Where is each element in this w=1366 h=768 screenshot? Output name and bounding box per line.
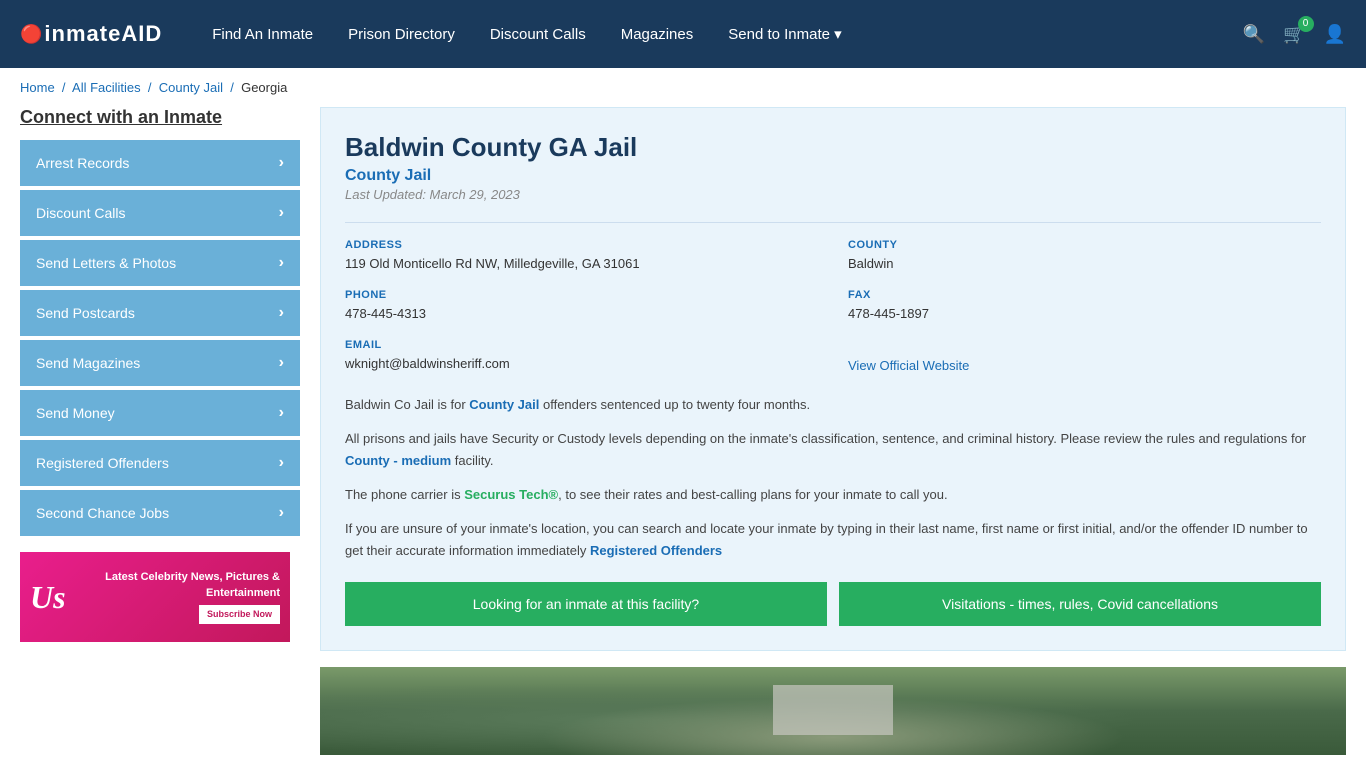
- nav-send-to-inmate[interactable]: Send to Inmate ▾: [728, 25, 841, 43]
- nav-find-inmate[interactable]: Find An Inmate: [212, 26, 313, 43]
- nav-magazines[interactable]: Magazines: [621, 26, 694, 43]
- ad-text: Latest Celebrity News, Pictures & Entert…: [76, 560, 290, 633]
- sidebar-item-send-money[interactable]: Send Money ›: [20, 390, 300, 436]
- logo-text: inmateAID: [44, 21, 162, 47]
- arrow-icon-0: ›: [279, 154, 284, 172]
- phone-block: PHONE 478-445-4313: [345, 289, 818, 323]
- website-link[interactable]: View Official Website: [848, 358, 969, 373]
- sidebar-menu: Arrest Records › Discount Calls › Send L…: [20, 140, 300, 536]
- desc3-rest: , to see their rates and best-calling pl…: [558, 487, 947, 502]
- sidebar-label-arrest-records: Arrest Records: [36, 155, 129, 171]
- desc-para-1: Baldwin Co Jail is for County Jail offen…: [345, 394, 1321, 416]
- building-shape: [773, 685, 893, 735]
- facility-card: Baldwin County GA Jail County Jail Last …: [320, 107, 1346, 651]
- sidebar-label-discount-calls: Discount Calls: [36, 205, 125, 221]
- arrow-icon-3: ›: [279, 304, 284, 322]
- breadcrumb-county-jail[interactable]: County Jail: [159, 80, 223, 95]
- sidebar-item-registered-offenders[interactable]: Registered Offenders ›: [20, 440, 300, 486]
- facility-type: County Jail: [345, 167, 1321, 185]
- search-icon[interactable]: 🔍: [1243, 24, 1265, 45]
- phone-value: 478-445-4313: [345, 305, 818, 323]
- ad-subscribe-button[interactable]: Subscribe Now: [199, 605, 280, 624]
- facility-aerial-image: [320, 667, 1346, 755]
- county-jail-link[interactable]: County Jail: [469, 397, 539, 412]
- header-icons: 🔍 🛒 0 👤: [1243, 24, 1346, 45]
- sidebar-item-send-letters[interactable]: Send Letters & Photos ›: [20, 240, 300, 286]
- fax-label: FAX: [848, 289, 1321, 301]
- county-value: Baldwin: [848, 255, 1321, 273]
- county-medium-link[interactable]: County - medium: [345, 453, 451, 468]
- ad-logo: Us: [20, 569, 76, 626]
- desc4-text: If you are unsure of your inmate's locat…: [345, 521, 1308, 558]
- address-block: ADDRESS 119 Old Monticello Rd NW, Milled…: [345, 239, 818, 273]
- desc2-text: All prisons and jails have Security or C…: [345, 431, 1306, 446]
- action-buttons: Looking for an inmate at this facility? …: [345, 582, 1321, 626]
- info-grid: ADDRESS 119 Old Monticello Rd NW, Milled…: [345, 222, 1321, 374]
- cart-wrapper[interactable]: 🛒 0: [1283, 24, 1305, 45]
- county-block: COUNTY Baldwin: [848, 239, 1321, 273]
- sidebar-item-send-magazines[interactable]: Send Magazines ›: [20, 340, 300, 386]
- website-block: View Official Website: [848, 339, 1321, 373]
- desc3-text: The phone carrier is: [345, 487, 464, 502]
- ad-headline: Latest Celebrity News, Pictures & Entert…: [105, 571, 280, 598]
- sidebar-item-send-postcards[interactable]: Send Postcards ›: [20, 290, 300, 336]
- arrow-icon-2: ›: [279, 254, 284, 272]
- email-block: EMAIL wknight@baldwinsheriff.com: [345, 339, 818, 373]
- nav-discount-calls[interactable]: Discount Calls: [490, 26, 586, 43]
- facility-name: Baldwin County GA Jail: [345, 132, 1321, 163]
- breadcrumb: Home / All Facilities / County Jail / Ge…: [0, 68, 1366, 107]
- sidebar-item-discount-calls[interactable]: Discount Calls ›: [20, 190, 300, 236]
- desc-para-3: The phone carrier is Securus Tech®, to s…: [345, 484, 1321, 506]
- arrow-icon-5: ›: [279, 404, 284, 422]
- sidebar-label-registered-offenders: Registered Offenders: [36, 455, 169, 471]
- registered-offenders-link[interactable]: Registered Offenders: [590, 543, 722, 558]
- desc-para-2: All prisons and jails have Security or C…: [345, 428, 1321, 472]
- main-nav: Find An Inmate Prison Directory Discount…: [212, 25, 1213, 43]
- email-label: EMAIL: [345, 339, 818, 351]
- arrow-icon-7: ›: [279, 504, 284, 522]
- main-container: Connect with an Inmate Arrest Records › …: [0, 107, 1366, 755]
- logo-icon: 🔴: [20, 24, 42, 45]
- arrow-icon-6: ›: [279, 454, 284, 472]
- description-block: Baldwin Co Jail is for County Jail offen…: [345, 394, 1321, 563]
- user-icon[interactable]: 👤: [1324, 24, 1346, 45]
- desc1-text: Baldwin Co Jail is for: [345, 397, 469, 412]
- nav-prison-directory[interactable]: Prison Directory: [348, 26, 455, 43]
- phone-label: PHONE: [345, 289, 818, 301]
- fax-block: FAX 478-445-1897: [848, 289, 1321, 323]
- breadcrumb-state: Georgia: [241, 80, 287, 95]
- site-header: 🔴 inmateAID Find An Inmate Prison Direct…: [0, 0, 1366, 68]
- breadcrumb-home[interactable]: Home: [20, 80, 55, 95]
- desc1-rest: offenders sentenced up to twenty four mo…: [539, 397, 810, 412]
- sidebar-title: Connect with an Inmate: [20, 107, 300, 128]
- cart-badge: 0: [1298, 16, 1314, 32]
- main-content: Baldwin County GA Jail County Jail Last …: [320, 107, 1346, 755]
- county-label: COUNTY: [848, 239, 1321, 251]
- arrow-icon-4: ›: [279, 354, 284, 372]
- arrow-icon-1: ›: [279, 204, 284, 222]
- sidebar-item-second-chance-jobs[interactable]: Second Chance Jobs ›: [20, 490, 300, 536]
- facility-image-inner: [320, 667, 1346, 755]
- ad-banner[interactable]: Us Latest Celebrity News, Pictures & Ent…: [20, 552, 290, 642]
- sidebar-item-arrest-records[interactable]: Arrest Records ›: [20, 140, 300, 186]
- sidebar-label-second-chance-jobs: Second Chance Jobs: [36, 505, 169, 521]
- sidebar-label-send-magazines: Send Magazines: [36, 355, 140, 371]
- sidebar-label-send-letters: Send Letters & Photos: [36, 255, 176, 271]
- sidebar: Connect with an Inmate Arrest Records › …: [20, 107, 300, 755]
- desc2-rest: facility.: [451, 453, 493, 468]
- find-inmate-button[interactable]: Looking for an inmate at this facility?: [345, 582, 827, 626]
- securus-link[interactable]: Securus Tech®: [464, 487, 558, 502]
- desc-para-4: If you are unsure of your inmate's locat…: [345, 518, 1321, 562]
- logo[interactable]: 🔴 inmateAID: [20, 21, 162, 47]
- breadcrumb-all-facilities[interactable]: All Facilities: [72, 80, 141, 95]
- address-value: 119 Old Monticello Rd NW, Milledgeville,…: [345, 255, 818, 273]
- email-value: wknight@baldwinsheriff.com: [345, 355, 818, 373]
- sidebar-label-send-postcards: Send Postcards: [36, 305, 135, 321]
- sidebar-label-send-money: Send Money: [36, 405, 115, 421]
- fax-value: 478-445-1897: [848, 305, 1321, 323]
- address-label: ADDRESS: [345, 239, 818, 251]
- facility-last-updated: Last Updated: March 29, 2023: [345, 187, 1321, 202]
- visitations-button[interactable]: Visitations - times, rules, Covid cancel…: [839, 582, 1321, 626]
